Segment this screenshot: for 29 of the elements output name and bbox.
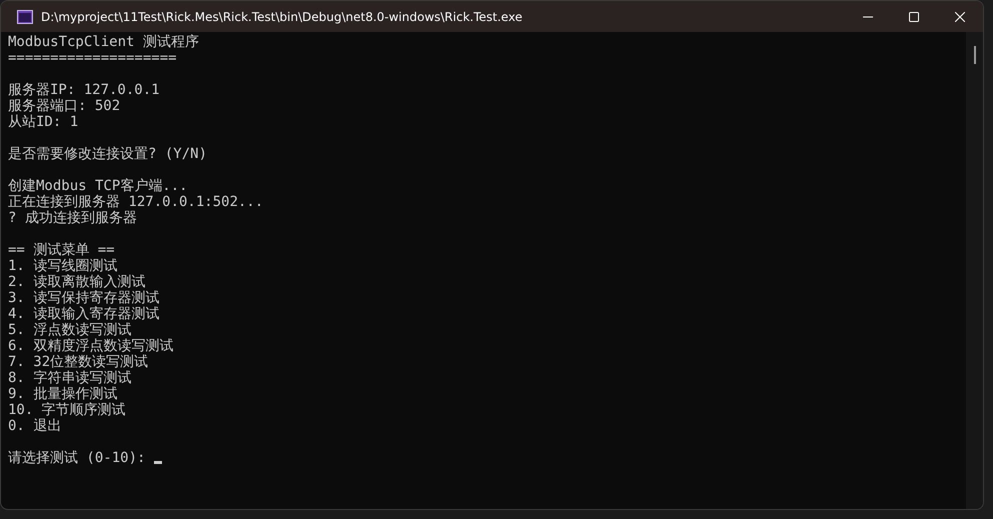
console-prompt: 请选择测试 (0-10): xyxy=(8,450,146,466)
console-line: 是否需要修改连接设置? (Y/N) xyxy=(8,146,208,162)
console-line: 3. 读写保持寄存器测试 xyxy=(8,290,160,306)
console-line: 8. 字符串读写测试 xyxy=(8,370,132,386)
console-line: 4. 读取输入寄存器测试 xyxy=(8,306,160,322)
console-line: == 测试菜单 == xyxy=(8,242,116,258)
console-line: 服务器IP: 127.0.0.1 xyxy=(8,82,161,98)
text-cursor xyxy=(154,461,162,464)
console-line: ==================== xyxy=(8,50,178,66)
console-line: 9. 批量操作测试 xyxy=(8,386,118,402)
scrollbar[interactable] xyxy=(966,32,983,509)
console-line: 2. 读取离散输入测试 xyxy=(8,274,146,290)
console-line: 从站ID: 1 xyxy=(8,114,80,130)
console-line: ? 成功连接到服务器 xyxy=(8,210,138,226)
close-icon xyxy=(955,12,965,22)
console-line: ModbusTcpClient 测试程序 xyxy=(8,34,200,50)
console-line: 服务器端口: 502 xyxy=(8,98,122,114)
console-line: 1. 读写线圈测试 xyxy=(8,258,118,274)
console-app-icon xyxy=(17,10,33,24)
console-line: 0. 退出 xyxy=(8,418,62,434)
window-title: D:\myproject\11Test\Rick.Mes\Rick.Test\bin\Debug\net8.0-windows\Rick.Test.exe xyxy=(41,10,524,24)
console-line: 5. 浮点数读写测试 xyxy=(8,322,132,338)
maximize-icon xyxy=(909,12,919,22)
console-line: 10. 字节顺序测试 xyxy=(8,402,127,418)
console-line: 创建Modbus TCP客户端... xyxy=(8,178,189,194)
scrollbar-thumb[interactable] xyxy=(974,46,976,64)
console-line: 6. 双精度浮点数读写测试 xyxy=(8,338,174,354)
console-line: 7. 32位整数读写测试 xyxy=(8,354,150,370)
console-line: 正在连接到服务器 127.0.0.1:502... xyxy=(8,194,264,210)
